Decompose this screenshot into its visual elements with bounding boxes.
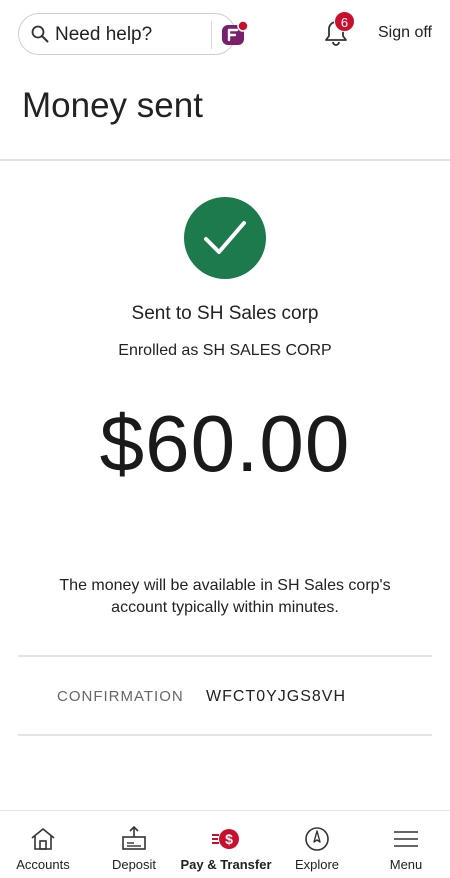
nav-pay-transfer[interactable]: $ Pay & Transfer (176, 811, 276, 878)
svg-text:$: $ (225, 831, 233, 847)
confirmation-label: CONFIRMATION (57, 688, 184, 705)
money-sent-screen: Need help? 6 Sign off Money sent Sent to… (0, 0, 450, 878)
notification-count-badge: 6 (334, 11, 355, 32)
nav-deposit[interactable]: Deposit (90, 811, 178, 878)
nav-accounts[interactable]: Accounts (0, 811, 86, 878)
enrolled-as-text: Enrolled as SH SALES CORP (118, 342, 332, 359)
nav-label: Deposit (111, 857, 157, 872)
pay-transfer-icon: $ (212, 829, 239, 849)
help-search-pill[interactable]: Need help? (18, 13, 249, 55)
pill-divider (211, 21, 212, 49)
amount-sent: $60.00 (99, 399, 351, 488)
search-icon (31, 25, 49, 43)
bottom-navigation: Accounts Deposit $ Pay & Transfer Explor… (0, 810, 450, 878)
top-bar: Need help? 6 Sign off (0, 0, 450, 66)
sign-off-link[interactable]: Sign off (378, 24, 432, 42)
nav-label: Pay & Transfer (180, 857, 272, 872)
nav-label: Explore (294, 857, 340, 872)
success-check-icon (184, 197, 266, 279)
recipient-text: Sent to SH Sales corp (131, 303, 319, 324)
confirmation-number: WFCT0YJGS8VH (206, 688, 347, 705)
home-icon (31, 828, 55, 850)
page-title: Money sent (22, 86, 203, 125)
deposit-icon (122, 825, 146, 850)
title-divider (0, 159, 450, 161)
hamburger-menu-icon (394, 831, 418, 847)
virtual-assistant-icon[interactable] (220, 20, 250, 50)
availability-message: The money will be available in SH Sales … (59, 577, 391, 616)
help-label: Need help? (55, 24, 153, 45)
divider (18, 734, 432, 736)
divider (18, 655, 432, 657)
compass-icon (305, 827, 329, 851)
nav-label: Accounts (16, 857, 70, 872)
nav-menu[interactable]: Menu (362, 811, 450, 878)
nav-explore[interactable]: Explore (274, 811, 360, 878)
nav-label: Menu (389, 857, 423, 872)
